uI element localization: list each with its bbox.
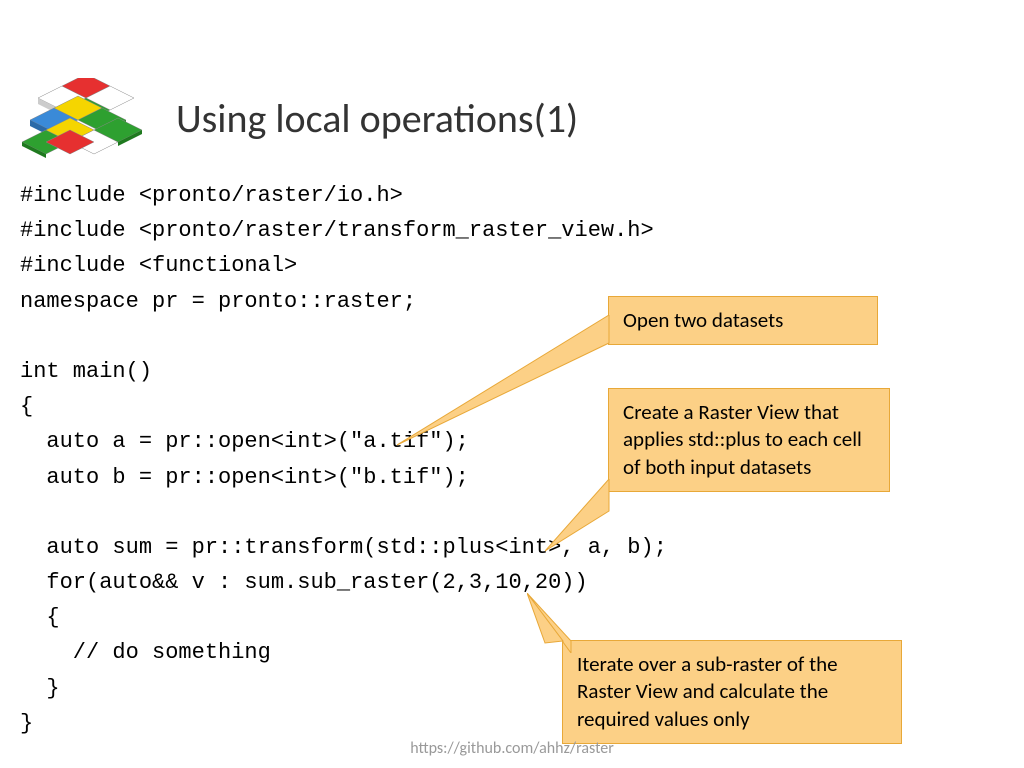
slide-title: Using local operations(1) — [176, 94, 578, 143]
callout-text: Iterate over a sub-raster of the Raster … — [577, 651, 838, 732]
callout-open-datasets: Open two datasets — [608, 296, 878, 345]
footer-link: https://github.com/ahhz/raster — [410, 739, 614, 758]
slide-header: Using local operations(1) — [20, 78, 578, 158]
callout-text: Open two datasets — [623, 307, 783, 333]
callout-raster-view: Create a Raster View that applies std::p… — [608, 388, 890, 492]
callout-text: Create a Raster View that applies std::p… — [623, 399, 862, 480]
logo-raster-icon — [20, 78, 148, 158]
callout-iterate: Iterate over a sub-raster of the Raster … — [562, 640, 902, 744]
